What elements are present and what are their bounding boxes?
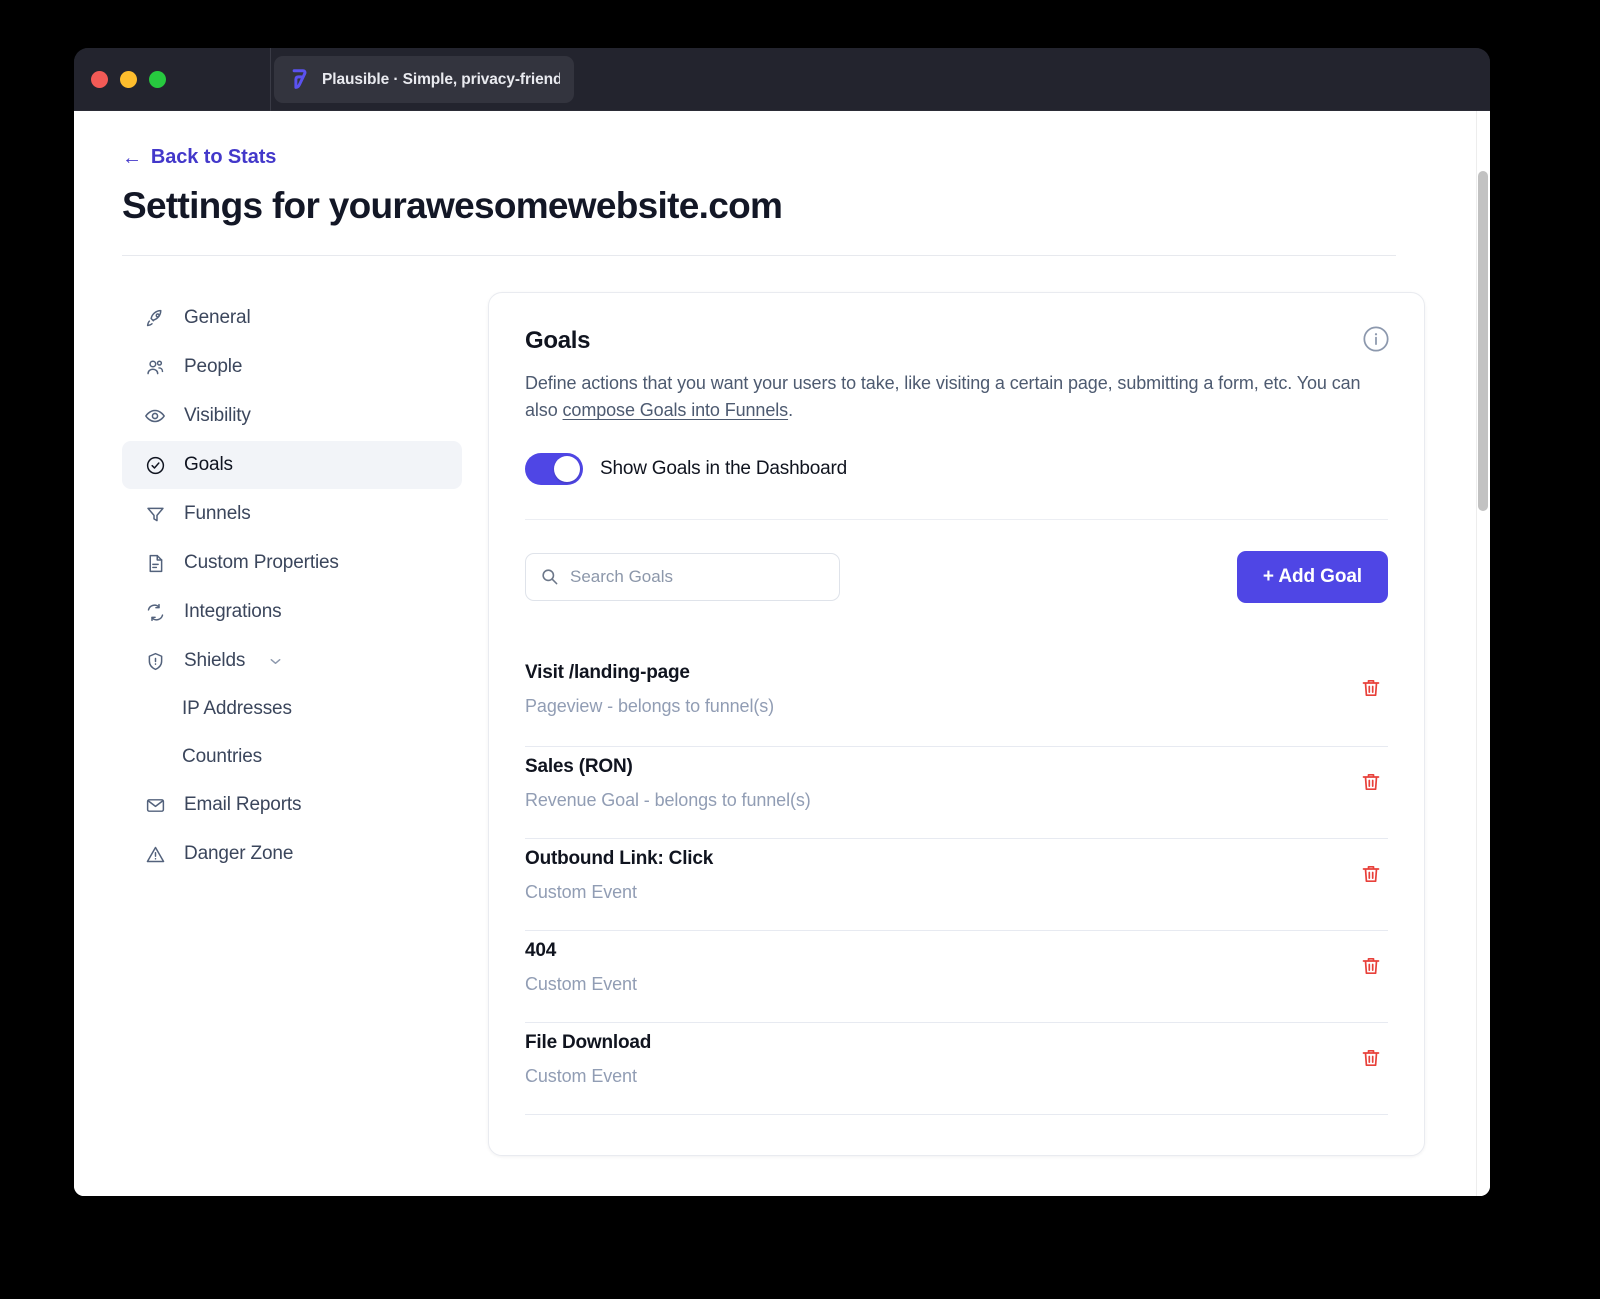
- toggle-knob: [554, 456, 580, 482]
- chevron-down-icon: [267, 653, 284, 670]
- sidebar-item-shields[interactable]: Shields: [122, 637, 462, 685]
- desktop-background: Plausible · Simple, privacy-friend ← Bac…: [0, 0, 1600, 1299]
- sidebar-item-integrations[interactable]: Integrations: [122, 588, 462, 636]
- panel-description-part2: .: [788, 400, 793, 420]
- goal-info: Visit /landing-page Pageview - belongs t…: [525, 662, 774, 717]
- goal-name: 404: [525, 940, 637, 962]
- show-goals-toggle-label: Show Goals in the Dashboard: [600, 458, 847, 480]
- close-window-button[interactable]: [91, 71, 108, 88]
- trash-icon[interactable]: [1359, 676, 1385, 702]
- sidebar-item-label: People: [184, 356, 242, 378]
- browser-window: Plausible · Simple, privacy-friend ← Bac…: [74, 48, 1490, 1196]
- maximize-window-button[interactable]: [149, 71, 166, 88]
- sidebar-item-custom-properties[interactable]: Custom Properties: [122, 539, 462, 587]
- settings-sidebar: General People: [122, 292, 462, 878]
- envelope-icon: [144, 794, 166, 816]
- eye-icon: [144, 405, 166, 427]
- sidebar-item-label: Integrations: [184, 601, 282, 623]
- goal-meta: Custom Event: [525, 882, 713, 903]
- sidebar-item-label: Funnels: [184, 503, 251, 525]
- show-goals-toggle-row: Show Goals in the Dashboard: [525, 453, 1388, 485]
- search-goals-input[interactable]: [525, 553, 840, 601]
- sidebar-subitem-label: Countries: [182, 746, 262, 768]
- people-icon: [144, 356, 166, 378]
- settings-layout: General People: [122, 292, 1428, 1156]
- refresh-icon: [144, 601, 166, 623]
- window-controls: [91, 71, 166, 88]
- trash-icon[interactable]: [1359, 862, 1385, 888]
- browser-viewport: ← Back to Stats Settings for yourawesome…: [74, 111, 1490, 1196]
- goals-toolbar: + Add Goal: [525, 551, 1388, 603]
- goal-row[interactable]: 404 Custom Event: [525, 931, 1388, 1023]
- left-arrow-icon: ←: [122, 148, 142, 168]
- add-goal-button[interactable]: + Add Goal: [1237, 551, 1388, 603]
- title-divider: [122, 255, 1396, 256]
- search-goals-box: [525, 553, 840, 601]
- browser-tab-title: Plausible · Simple, privacy-friend: [322, 71, 560, 89]
- panel-title: Goals: [525, 327, 1388, 355]
- goal-meta: Pageview - belongs to funnel(s): [525, 696, 774, 717]
- sidebar-item-danger-zone[interactable]: Danger Zone: [122, 830, 462, 878]
- sidebar-item-funnels[interactable]: Funnels: [122, 490, 462, 538]
- sidebar-item-email-reports[interactable]: Email Reports: [122, 781, 462, 829]
- goal-row[interactable]: Sales (RON) Revenue Goal - belongs to fu…: [525, 747, 1388, 839]
- panel-description: Define actions that you want your users …: [525, 370, 1388, 425]
- page-scrollbar-thumb[interactable]: [1478, 171, 1488, 511]
- plausible-logo-icon: [288, 69, 309, 90]
- sidebar-item-label: Goals: [184, 454, 233, 476]
- show-goals-toggle[interactable]: [525, 453, 583, 485]
- titlebar-divider: [270, 48, 271, 111]
- sidebar-subitem-label: IP Addresses: [182, 698, 292, 720]
- goal-meta: Custom Event: [525, 1066, 651, 1087]
- sidebar-item-countries[interactable]: Countries: [122, 733, 462, 781]
- sidebar-item-general[interactable]: General: [122, 294, 462, 342]
- sidebar-item-label: Danger Zone: [184, 843, 293, 865]
- sidebar-item-ip-addresses[interactable]: IP Addresses: [122, 685, 462, 733]
- goal-name: Visit /landing-page: [525, 662, 774, 684]
- page-scrollbar-track[interactable]: [1476, 111, 1490, 1196]
- goal-meta: Revenue Goal - belongs to funnel(s): [525, 790, 811, 811]
- goal-name: File Download: [525, 1032, 651, 1054]
- goal-name: Outbound Link: Click: [525, 848, 713, 870]
- sidebar-item-label: General: [184, 307, 251, 329]
- goal-name: Sales (RON): [525, 756, 811, 778]
- goal-info: Outbound Link: Click Custom Event: [525, 848, 713, 903]
- warning-triangle-icon: [144, 843, 166, 865]
- minimize-window-button[interactable]: [120, 71, 137, 88]
- compose-goals-into-funnels-link[interactable]: compose Goals into Funnels: [563, 400, 789, 420]
- sidebar-item-people[interactable]: People: [122, 343, 462, 391]
- goals-list: Visit /landing-page Pageview - belongs t…: [525, 655, 1388, 1115]
- goal-row[interactable]: Outbound Link: Click Custom Event: [525, 839, 1388, 931]
- shield-icon: [144, 650, 166, 672]
- sidebar-item-label: Custom Properties: [184, 552, 339, 574]
- back-to-stats-link[interactable]: ← Back to Stats: [122, 146, 276, 169]
- trash-icon[interactable]: [1359, 1046, 1385, 1072]
- goal-info: 404 Custom Event: [525, 940, 637, 995]
- goal-row[interactable]: File Download Custom Event: [525, 1023, 1388, 1115]
- trash-icon[interactable]: [1359, 770, 1385, 796]
- sidebar-item-label: Shields: [184, 650, 245, 672]
- sidebar-item-goals[interactable]: Goals: [122, 441, 462, 489]
- rocket-icon: [144, 307, 166, 329]
- document-icon: [144, 552, 166, 574]
- funnel-icon: [144, 503, 166, 525]
- goal-row[interactable]: Visit /landing-page Pageview - belongs t…: [525, 655, 1388, 747]
- panel-divider: [525, 519, 1388, 520]
- sidebar-item-visibility[interactable]: Visibility: [122, 392, 462, 440]
- trash-icon[interactable]: [1359, 954, 1385, 980]
- browser-tab[interactable]: Plausible · Simple, privacy-friend: [274, 56, 574, 103]
- browser-titlebar: Plausible · Simple, privacy-friend: [74, 48, 1490, 111]
- back-to-stats-label: Back to Stats: [151, 146, 276, 169]
- sidebar-item-label: Visibility: [184, 405, 251, 427]
- page-title: Settings for yourawesomewebsite.com: [122, 185, 1428, 227]
- goal-meta: Custom Event: [525, 974, 637, 995]
- sidebar-item-label: Email Reports: [184, 794, 301, 816]
- settings-page: ← Back to Stats Settings for yourawesome…: [74, 111, 1476, 1196]
- goals-panel: Goals Define actions that you want your …: [488, 292, 1425, 1156]
- goal-info: File Download Custom Event: [525, 1032, 651, 1087]
- info-circle-icon[interactable]: [1362, 325, 1390, 353]
- check-circle-icon: [144, 454, 166, 476]
- goal-info: Sales (RON) Revenue Goal - belongs to fu…: [525, 756, 811, 811]
